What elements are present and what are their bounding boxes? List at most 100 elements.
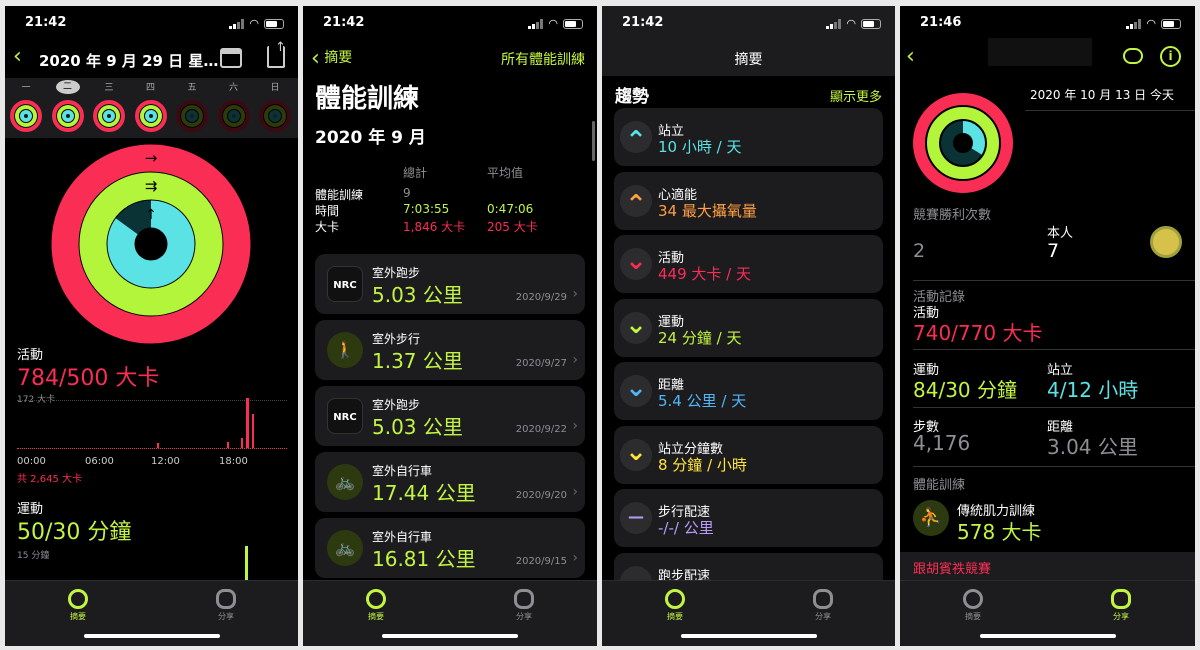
trends-screen: 21:42 ◠ 摘要 趨勢 顯示更多 ⌃ 站立 10 小時 / 天 ⌃ 心適能 34 最大… [602, 6, 895, 646]
workout-date: 2020/9/15 [515, 556, 567, 567]
battery-icon [861, 18, 881, 29]
day-ring[interactable] [10, 100, 42, 132]
page-title: 2020 年 9 月 29 日 星… [39, 52, 219, 70]
tab-share[interactable]: 分享 [494, 589, 554, 622]
trend-value: 34 最大攝氧量 [658, 201, 757, 220]
day-ring[interactable] [176, 100, 208, 132]
chevron-right-icon: › [572, 352, 578, 368]
day-ring[interactable] [134, 100, 167, 132]
chevron-right-icon: › [572, 286, 578, 302]
walk-icon: 🚶 [327, 332, 363, 368]
activity-day-screen: 21:42 ◠ ‹ 2020 年 9 月 29 日 星… ↑ 一 二 三 四 五 六 日 →… [5, 6, 298, 646]
day-ring[interactable] [93, 100, 125, 132]
home-indicator [382, 634, 518, 638]
tab-summary[interactable]: 摘要 [645, 589, 705, 622]
trend-card[interactable]: — 步行配速 -/-/ 公里 [614, 489, 883, 547]
workout-card[interactable]: NRC 室外跑步 5.03 公里 2020/9/29 › [315, 254, 585, 314]
trend-card[interactable]: ⌄ 站立分鐘數 8 分鐘 / 小時 [614, 425, 883, 484]
day-ring[interactable] [259, 100, 291, 132]
stat-total: 9 [403, 186, 411, 200]
activity-rings: → ⇉ ↑ [51, 144, 251, 344]
day-ring[interactable] [51, 100, 84, 132]
self-label: 本人 [1047, 226, 1074, 241]
tab-summary[interactable]: 摘要 [346, 589, 406, 622]
wifi-icon: ◠ [249, 17, 259, 30]
chart-max-label: 172 大卡 [17, 395, 56, 405]
battery-icon [264, 18, 284, 29]
month-heading: 2020 年 9 月 [315, 128, 426, 148]
trend-card[interactable]: ⌄ 活動 449 大卡 / 天 [614, 235, 883, 293]
date-label: 2020 年 10 月 13 日 今天 [1030, 88, 1174, 102]
nrc-icon: NRC [327, 266, 363, 302]
bike-icon: 🚲 [327, 464, 363, 500]
workout-card[interactable]: 🚶 室外步行 1.37 公里 2020/9/27 › [315, 320, 585, 380]
self-wins: 7 [1047, 240, 1060, 262]
nrc-icon: NRC [327, 398, 363, 434]
tab-bar: 摘要 分享 [900, 580, 1195, 646]
tab-summary[interactable]: 摘要 [943, 589, 1003, 622]
tab-share[interactable]: 分享 [793, 589, 853, 622]
back-icon[interactable]: ‹ [13, 46, 22, 68]
tab-share[interactable]: 分享 [1091, 589, 1151, 622]
show-more-link[interactable]: 顯示更多 [830, 86, 882, 105]
compete-link[interactable]: 跟胡賓祑競賽 [913, 558, 991, 577]
activity-value: 784/500 大卡 [17, 366, 160, 391]
weekday-label: 四 [145, 83, 155, 93]
signal-icon [229, 18, 245, 29]
back-icon[interactable]: ‹ [906, 46, 915, 68]
page-title: 摘要 [734, 52, 763, 68]
share-icon[interactable]: ↑ [267, 40, 286, 68]
workout-card[interactable]: NRC 室外跑步 5.03 公里 2020/9/22 › [315, 386, 585, 446]
tick-label: 06:00 [85, 456, 114, 467]
trend-down-icon: ⌄ [620, 311, 652, 344]
signal-icon [826, 18, 842, 29]
home-indicator [979, 634, 1116, 638]
stat-total: 1,846 大卡 [403, 220, 466, 234]
status-bar: 21:42 ◠ [602, 6, 895, 40]
workout-card[interactable]: 🚲 室外自行車 17.44 公里 2020/9/20 › [315, 452, 585, 512]
calendar-icon[interactable] [220, 48, 242, 68]
home-indicator [680, 634, 817, 638]
wifi-icon: ◠ [846, 17, 856, 30]
day-ring[interactable] [217, 100, 250, 132]
exercise-chart-max: 15 分鐘 [17, 551, 50, 561]
wifi-icon: ◠ [1146, 17, 1156, 30]
trend-value: 10 小時 / 天 [658, 138, 742, 156]
weekday-label: 三 [104, 83, 114, 93]
trend-card[interactable]: ⌃ 心適能 34 最大攝氧量 [614, 171, 883, 230]
back-button[interactable]: ‹ 摘要 [311, 46, 352, 71]
workout-card[interactable]: 🚲 室外自行車 16.81 公里 2020/9/15 › [315, 518, 585, 578]
exercise-value: 50/30 分鐘 [17, 520, 132, 545]
signal-icon [528, 18, 544, 29]
tab-summary[interactable]: 摘要 [48, 589, 108, 622]
trend-value: 5.4 公里 / 天 [658, 392, 747, 410]
trend-value: 449 大卡 / 天 [658, 265, 751, 283]
scroll-indicator [592, 121, 595, 161]
trend-up-icon: ⌃ [620, 121, 652, 156]
home-indicator [83, 634, 220, 638]
trend-card[interactable]: ⌃ 站立 10 小時 / 天 [614, 108, 883, 166]
workout-value: 1.37 公里 [372, 349, 463, 373]
trend-flat-icon: — [620, 502, 652, 534]
stand-value: 4/12 小時 [1047, 378, 1139, 402]
status-time: 21:42 [25, 15, 67, 30]
workout-value: 16.81 公里 [372, 547, 476, 571]
status-time: 21:42 [622, 15, 664, 30]
all-workouts-link[interactable]: 所有體能訓練 [501, 49, 585, 69]
trend-card[interactable]: ⌄ 運動 24 分鐘 / 天 [614, 298, 883, 357]
workout-value: 17.44 公里 [372, 481, 476, 505]
trend-down-icon: ⌄ [620, 248, 652, 280]
competition-screen: 21:46 ◠ ‹ i 2020 年 10 月 13 日 今天 競賽勝利次數 2… [900, 6, 1195, 646]
trend-card[interactable]: ⌄ 距離 5.4 公里 / 天 [614, 362, 883, 420]
workout-date: 2020/9/29 [515, 292, 567, 303]
share-s-icon [514, 589, 534, 609]
share-s-icon [813, 589, 833, 609]
message-icon[interactable] [1123, 48, 1143, 64]
tab-share[interactable]: 分享 [196, 589, 256, 622]
workout-value: 578 大卡 [957, 520, 1042, 544]
wins-label: 競賽勝利次數 [913, 208, 992, 223]
info-icon[interactable]: i [1160, 46, 1181, 67]
stat-avg: 0:47:06 [487, 202, 534, 216]
weekday-label: 六 [228, 83, 238, 93]
weekday-label: 五 [187, 83, 197, 93]
